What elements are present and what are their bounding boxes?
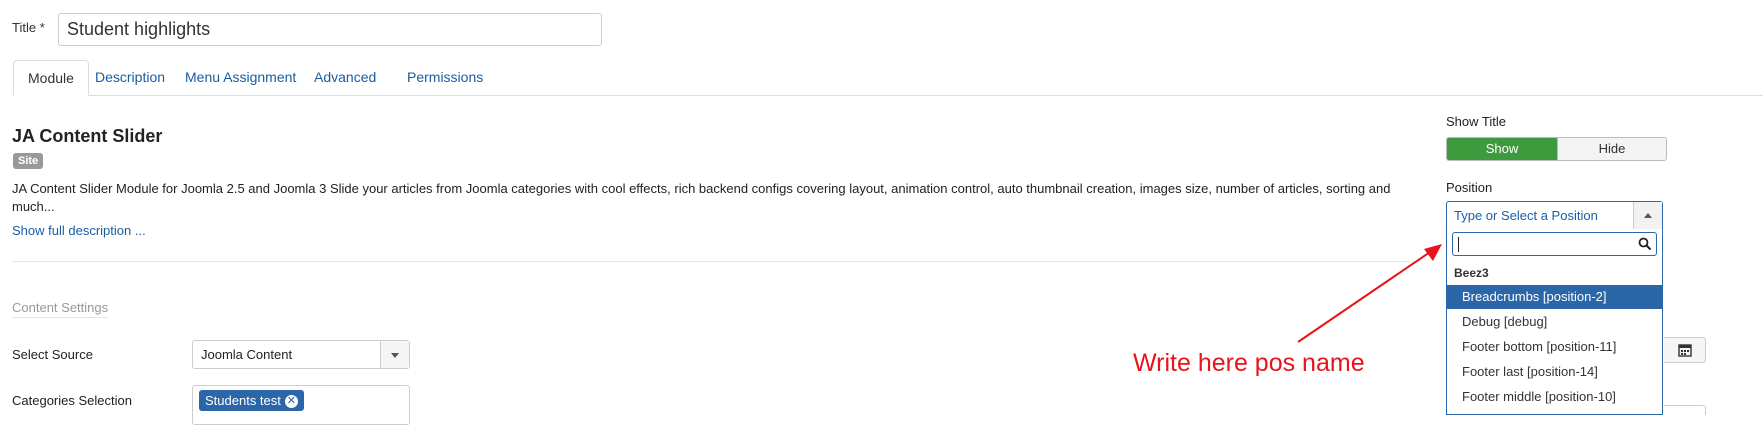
- calendar-button[interactable]: [1664, 337, 1706, 363]
- title-label: Title *: [12, 20, 45, 35]
- select-source-value: Joomla Content: [201, 347, 293, 362]
- section-divider: [12, 261, 1410, 262]
- position-group-heading: Beez3: [1454, 266, 1489, 280]
- module-name: JA Content Slider: [12, 126, 163, 146]
- position-option[interactable]: Debug [debug]: [1447, 310, 1662, 334]
- position-option[interactable]: Footer middle [position-10]: [1447, 385, 1662, 409]
- title-input[interactable]: Student highlights: [58, 13, 602, 46]
- show-full-description-link[interactable]: Show full description ...: [12, 222, 1402, 240]
- title-input-value: Student highlights: [67, 19, 211, 39]
- position-dropdown: Beez3 Breadcrumbs [position-2] Debug [de…: [1446, 229, 1663, 415]
- position-toggle[interactable]: [1633, 202, 1662, 229]
- text-cursor: [1458, 237, 1459, 252]
- annotation-arrow: [1297, 244, 1442, 343]
- show-title-toggle[interactable]: Show Hide: [1446, 137, 1667, 161]
- tab-permissions[interactable]: Permissions: [393, 60, 497, 96]
- module-description-text: JA Content Slider Module for Joomla 2.5 …: [12, 181, 1391, 214]
- chevron-up-icon: [1644, 213, 1652, 218]
- content-settings-title: Content Settings: [12, 300, 109, 318]
- position-search-input[interactable]: [1452, 232, 1657, 256]
- module-description: JA Content Slider Module for Joomla 2.5 …: [12, 180, 1402, 240]
- tab-menu-assignment[interactable]: Menu Assignment: [171, 60, 310, 96]
- show-title-label: Show Title: [1446, 114, 1506, 129]
- select-source-dropdown[interactable]: Joomla Content: [192, 340, 410, 369]
- tab-advanced[interactable]: Advanced: [300, 60, 390, 96]
- show-title-show-button[interactable]: Show: [1447, 138, 1557, 160]
- position-option[interactable]: Footer last [position-14]: [1447, 360, 1662, 384]
- category-chip-label: Students test: [205, 393, 281, 408]
- position-label: Position: [1446, 180, 1493, 195]
- chevron-down-icon: [391, 353, 399, 358]
- select-source-toggle[interactable]: [380, 341, 409, 368]
- hidden-field-edge: [1664, 405, 1706, 415]
- search-icon: [1638, 237, 1652, 251]
- categories-selection-input[interactable]: Students test ✕: [192, 385, 410, 425]
- position-placeholder: Type or Select a Position: [1454, 208, 1598, 223]
- show-title-hide-button[interactable]: Hide: [1557, 138, 1666, 160]
- position-option[interactable]: Footer bottom [position-11]: [1447, 335, 1662, 359]
- calendar-icon: [1678, 344, 1692, 357]
- category-chip: Students test ✕: [199, 390, 304, 411]
- tab-description[interactable]: Description: [81, 60, 179, 96]
- select-source-label: Select Source: [12, 347, 93, 362]
- tab-module[interactable]: Module: [13, 60, 89, 96]
- site-badge: Site: [13, 153, 44, 169]
- position-select[interactable]: Type or Select a Position: [1446, 201, 1663, 229]
- position-option[interactable]: Breadcrumbs [position-2]: [1447, 285, 1662, 309]
- categories-selection-label: Categories Selection: [12, 393, 132, 408]
- annotation-text: Write here pos name: [1133, 349, 1365, 377]
- remove-chip-icon[interactable]: ✕: [284, 395, 298, 409]
